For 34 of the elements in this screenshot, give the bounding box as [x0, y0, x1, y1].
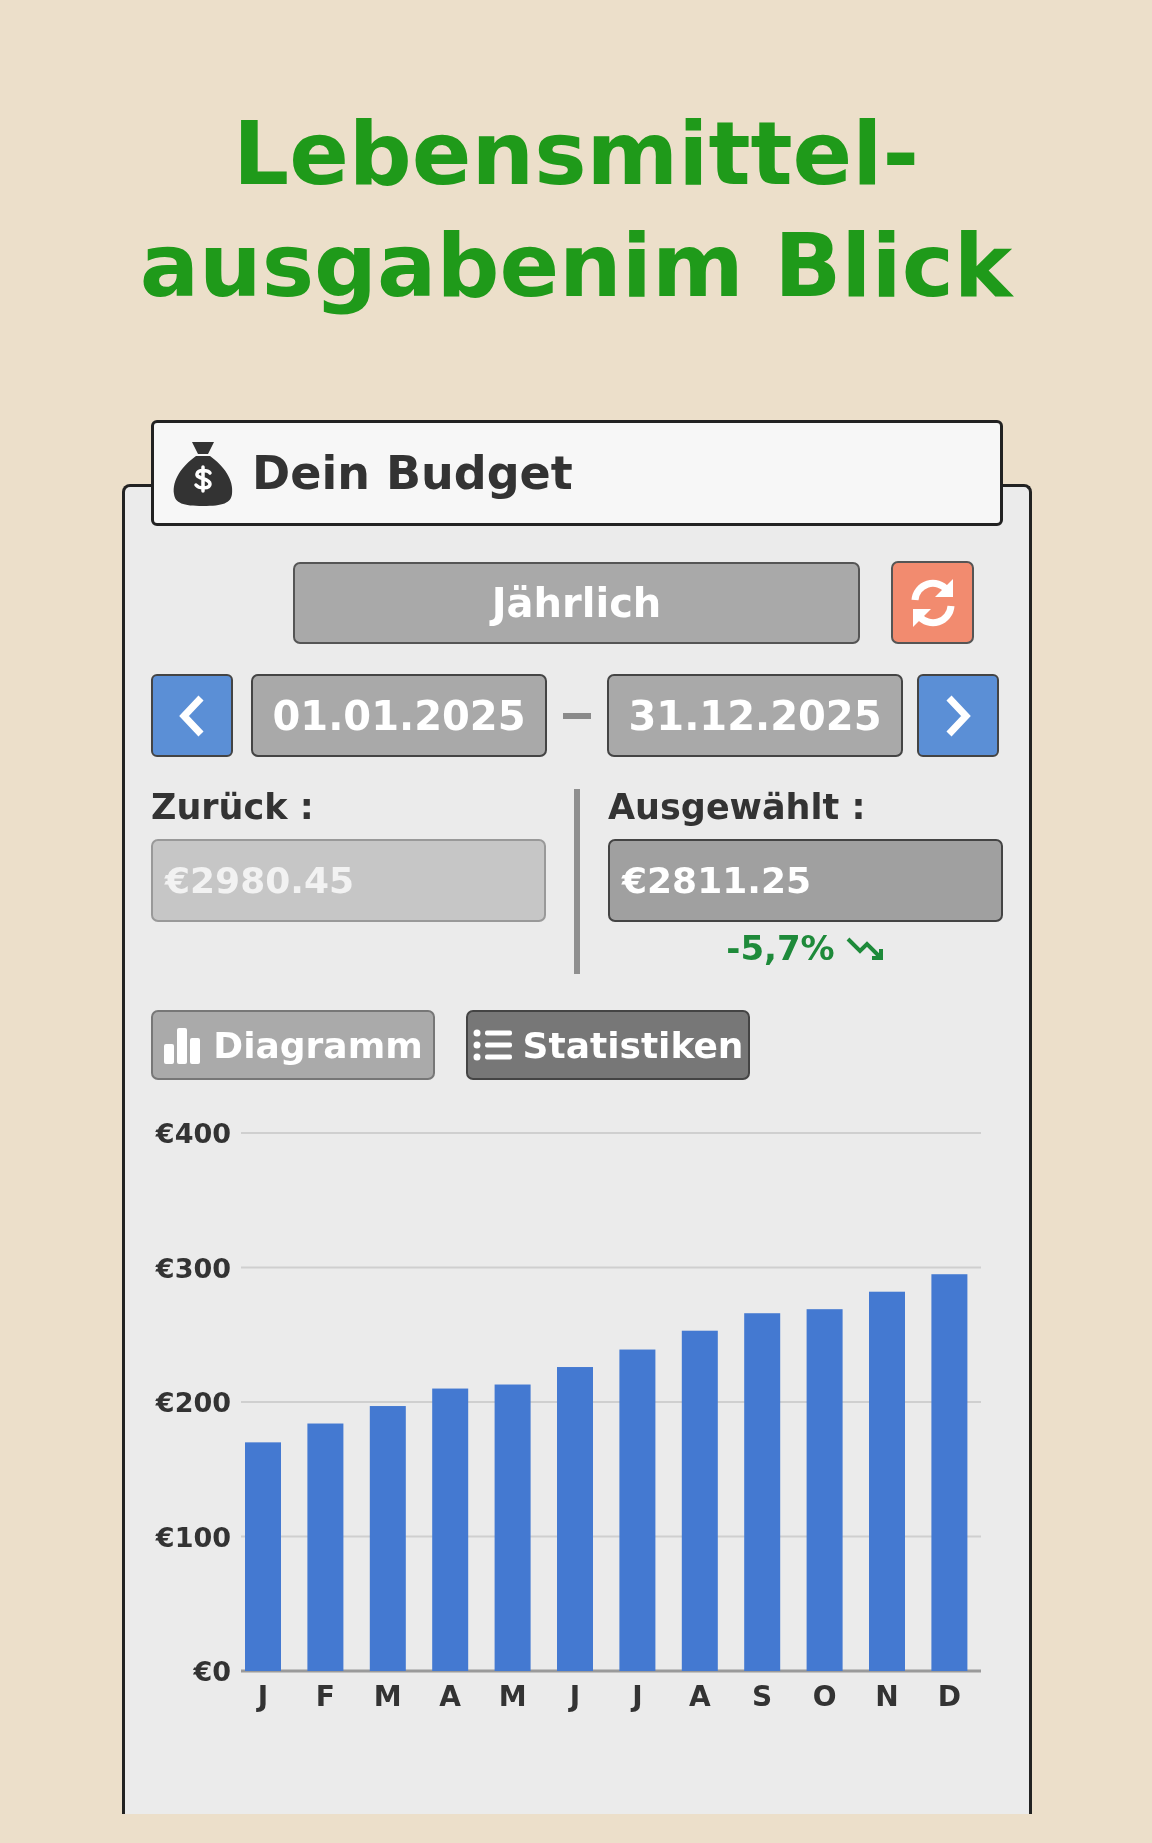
view-tab[interactable]: Statistiken	[466, 1010, 750, 1080]
x-axis-label: A	[439, 1680, 462, 1713]
period-selector[interactable]: Jährlich	[293, 561, 860, 644]
x-axis-label: D	[937, 1680, 962, 1713]
x-axis-label: O	[812, 1680, 837, 1713]
refresh-button[interactable]	[891, 561, 974, 644]
next-button[interactable]	[917, 674, 999, 757]
view-tab[interactable]: Diagramm	[151, 1010, 435, 1080]
x-axis-label: S	[752, 1680, 773, 1713]
previous-label: Zurück :	[151, 787, 315, 829]
x-axis-label: N	[875, 1680, 899, 1713]
change-percentage: -5,7%	[726, 928, 835, 968]
x-axis-label: M	[498, 1680, 527, 1713]
x-axis-label: A	[688, 1680, 711, 1713]
previous-button[interactable]	[151, 674, 233, 757]
headline: Lebensmittel-	[233, 101, 919, 207]
y-axis-label: €400	[155, 1118, 231, 1149]
end-date-field[interactable]: 31.12.2025	[607, 674, 903, 757]
list-icon	[472, 1029, 513, 1061]
selected-label: Ausgewählt :	[608, 787, 867, 829]
x-axis-label: J	[569, 1680, 581, 1713]
x-axis-label: J	[257, 1680, 269, 1713]
y-axis-label: €0	[193, 1656, 231, 1687]
selected-amount-field: €2811.25	[608, 839, 1003, 922]
date-separator	[563, 712, 591, 719]
y-axis-label: €300	[155, 1252, 231, 1284]
x-axis-label: M	[373, 1680, 402, 1713]
header-title: Dein Budget	[252, 446, 573, 500]
headline: ausgabenim Blick	[139, 213, 1013, 319]
y-axis-label: €100	[155, 1521, 231, 1553]
x-axis-label: J	[632, 1680, 643, 1713]
x-axis-label: F	[315, 1680, 335, 1713]
start-date-field[interactable]: 01.01.2025	[251, 674, 547, 757]
y-axis-label: €200	[155, 1387, 231, 1418]
